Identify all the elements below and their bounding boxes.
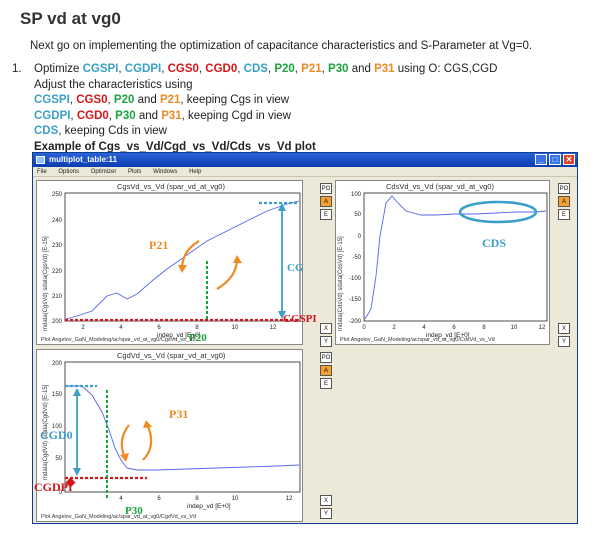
cds-line: CDS, keeping Cds in view [34, 125, 167, 137]
y-tick: -150 [349, 297, 362, 303]
x-tick: 8 [195, 325, 199, 331]
cgs-line: CGSPI, CGS0, P20 and P21, keeping Cgs in… [34, 94, 290, 106]
cds-label: CDS [482, 236, 506, 250]
menu-help[interactable]: Help [189, 169, 201, 175]
maximize-button[interactable]: □ [549, 154, 561, 165]
cgs-plot[interactable]: mdata(CgsVd) sdata(CgsVd) [E-15] 250 240… [37, 181, 304, 346]
x-tick: 10 [232, 496, 239, 502]
cgs-plot-panel: CgsVd_vs_Vd (spar_vd_at_vg0) mdata(CgsVd… [36, 180, 304, 346]
cgd-plot[interactable]: mdata(CgdVd) sdata(CgdVd) [E-15] 200 150… [37, 350, 304, 523]
minimize-button[interactable]: _ [535, 154, 547, 165]
adjust-line: Adjust the characteristics using [34, 78, 193, 91]
list-number: 1. [12, 63, 22, 75]
x-ticks: 2 4 6 8 10 12 [81, 325, 277, 331]
p21-label: P21 [149, 238, 168, 252]
y-tick: 200 [52, 361, 63, 367]
intro-text: Next go on implementing the optimization… [30, 40, 533, 52]
a-button[interactable]: A [320, 196, 332, 207]
y-ticks: 250 240 230 220 210 200 [52, 192, 63, 325]
y-tick: 240 [52, 218, 63, 224]
y-tick: 50 [55, 456, 62, 462]
window-title: multiplot_table:11 [49, 155, 118, 164]
cgd0-label: CGD0 [40, 428, 73, 442]
x-tick: 10 [511, 325, 518, 331]
menu-windows[interactable]: Windows [153, 169, 177, 175]
p31-label: P31 [169, 407, 188, 421]
x-tick: 4 [119, 496, 123, 502]
y-tick: 230 [52, 243, 63, 249]
x-ticks: 0 2 4 6 8 10 12 [362, 325, 546, 331]
po-button[interactable]: PO [320, 352, 332, 363]
x-button[interactable]: X [320, 323, 332, 334]
y-button[interactable]: Y [320, 508, 332, 519]
x-tick: 10 [232, 325, 239, 331]
x-tick: 4 [422, 325, 426, 331]
menu-file[interactable]: File [37, 169, 47, 175]
close-button[interactable]: ✕ [563, 154, 575, 165]
menu-options[interactable]: Options [58, 169, 79, 175]
e-button[interactable]: E [320, 209, 332, 220]
x-axis-label: indep_vd [E+0] [187, 503, 231, 510]
x-button[interactable]: X [558, 323, 570, 334]
x-tick: 12 [539, 325, 546, 331]
y-tick: 150 [52, 392, 63, 398]
x-tick: 2 [392, 325, 396, 331]
x-tick: 12 [270, 325, 277, 331]
x-tick: 0 [362, 325, 366, 331]
po-button[interactable]: PO [320, 183, 332, 194]
cgs0-label: CGS0 [287, 262, 304, 274]
y-button[interactable]: Y [320, 336, 332, 347]
menu-plots[interactable]: Plots [128, 169, 141, 175]
cgd-line: CGDPI, CGD0, P30 and P31, keeping Cgd in… [34, 109, 291, 122]
x-tick: 12 [286, 496, 293, 502]
y-tick: 250 [52, 192, 63, 198]
x-tick: 6 [157, 325, 161, 331]
menu-bar: File Options Optimizer Plots Windows Hel… [33, 167, 577, 177]
plot-footer: Plot Angelov_GaN_Modeling/ac/spar_vd_at_… [41, 514, 197, 520]
y-tick: 200 [52, 319, 63, 325]
cds-plot[interactable]: mdata(CdsVd) sdata(CdsVd) [E-15] 100 50 … [336, 181, 551, 346]
x-tick: 2 [81, 325, 85, 331]
y-tick: -200 [349, 319, 362, 325]
y-axis-label: mdata(CgsVd) sdata(CgsVd) [E-15] [43, 236, 49, 331]
page-title: SP vd at vg0 [20, 9, 121, 28]
e-button[interactable]: E [320, 378, 332, 389]
cds-plot-panel: CdsVd_vs_Vd (spar_vd_at_vg0) mdata(CdsVd… [335, 180, 550, 345]
y-tick: -50 [352, 255, 361, 261]
y-ticks: 100 50 0 -50 -100 -150 -200 [349, 192, 362, 325]
menu-optimizer[interactable]: Optimizer [91, 169, 117, 175]
x-tick: 6 [452, 325, 456, 331]
y-tick: -100 [349, 276, 362, 282]
x-ticks: 4 6 8 10 12 [119, 496, 293, 502]
cgd-plot-panel: CgdVd_vs_Vd (spar_vd_at_vg0) mdata(CgdVd… [36, 349, 303, 522]
a-button[interactable]: A [558, 196, 570, 207]
y-tick: 210 [52, 294, 63, 300]
e-button[interactable]: E [558, 209, 570, 220]
plot-footer: Plot Angelov_GaN_Modeling/ac/spar_vd_at_… [41, 337, 196, 343]
x-tick: 8 [482, 325, 486, 331]
x-button[interactable]: X [320, 495, 332, 506]
y-tick: 0 [358, 234, 362, 240]
y-tick: 50 [354, 212, 361, 218]
y-axis-label: mdata(CdsVd) sdata(CdsVd) [E-15] [338, 236, 344, 331]
y-button[interactable]: Y [558, 336, 570, 347]
cgspi-label: CGSPI [283, 313, 317, 325]
x-tick: 6 [157, 496, 161, 502]
po-button[interactable]: PO [558, 183, 570, 194]
app-icon [36, 156, 45, 164]
window-titlebar[interactable]: multiplot_table:11 _ □ ✕ [33, 153, 577, 167]
plot-area [64, 361, 301, 493]
x-tick: 8 [195, 496, 199, 502]
y-tick: 220 [52, 269, 63, 275]
y-tick: 100 [351, 192, 362, 198]
x-tick: 4 [119, 325, 123, 331]
a-button[interactable]: A [320, 365, 332, 376]
optimize-line: Optimize CGSPI, CGDPI, CGS0, CGD0, CDS, … [34, 63, 498, 75]
multiplot-window[interactable]: multiplot_table:11 _ □ ✕ File Options Op… [32, 152, 578, 524]
plot-footer: Plot Angelov_GaN_Modeling/ac/spar_vd_at_… [340, 337, 495, 343]
